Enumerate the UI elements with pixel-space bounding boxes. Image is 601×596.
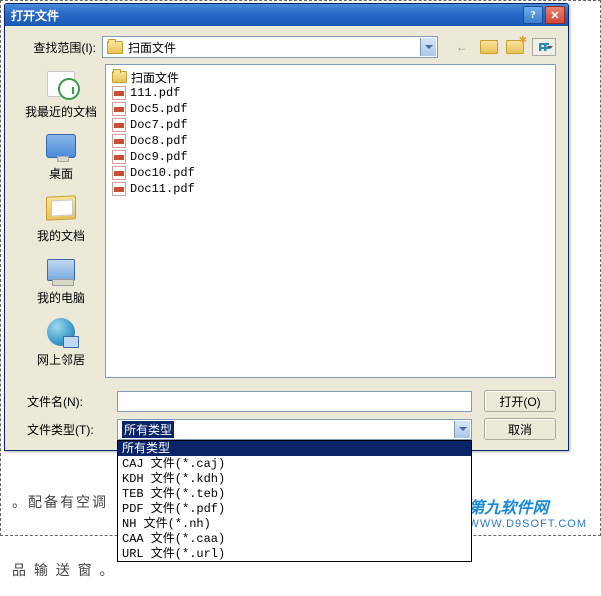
recent-docs-icon xyxy=(47,71,75,97)
filetype-option[interactable]: 所有类型 xyxy=(118,441,471,456)
file-item[interactable]: Doc11.pdf xyxy=(110,181,551,197)
open-file-dialog: 打开文件 ? ✕ 查找范围(I): 扫面文件 ← 我最近的文档 桌面 我的文档 xyxy=(4,3,569,451)
pdf-icon xyxy=(112,102,126,116)
pdf-icon xyxy=(112,118,126,132)
help-button[interactable]: ? xyxy=(523,6,543,24)
filename-input[interactable] xyxy=(117,391,472,412)
places-documents[interactable]: 我的文档 xyxy=(25,192,97,244)
places-network[interactable]: 网上邻居 xyxy=(25,316,97,368)
file-list[interactable]: 扫面文件111.pdfDoc5.pdfDoc7.pdfDoc8.pdfDoc9.… xyxy=(105,64,556,378)
new-folder-button[interactable] xyxy=(506,40,524,54)
watermark: 第九软件网 WWW.D9SOFT.COM xyxy=(469,494,588,530)
pdf-icon xyxy=(112,150,126,164)
places-computer[interactable]: 我的电脑 xyxy=(25,254,97,306)
back-button[interactable]: ← xyxy=(452,38,472,56)
filetype-dropdown[interactable]: 所有类型CAJ 文件(*.caj)KDH 文件(*.kdh)TEB 文件(*.t… xyxy=(117,440,472,562)
places-recent[interactable]: 我最近的文档 xyxy=(25,68,97,120)
close-button[interactable]: ✕ xyxy=(545,6,565,24)
network-icon xyxy=(47,318,75,346)
up-one-level-button[interactable] xyxy=(480,40,498,54)
open-button[interactable]: 打开(O) xyxy=(484,390,556,412)
dialog-title: 打开文件 xyxy=(11,7,521,24)
filetype-label: 文件类型(T): xyxy=(17,421,117,438)
filetype-option[interactable]: URL 文件(*.url) xyxy=(118,546,471,561)
file-item[interactable]: 111.pdf xyxy=(110,85,551,101)
filetype-combobox[interactable]: 所有类型 xyxy=(117,419,472,440)
folder-icon xyxy=(112,71,127,83)
cancel-button[interactable]: 取消 xyxy=(484,418,556,440)
chevron-down-icon[interactable] xyxy=(454,421,470,438)
places-bar: 我最近的文档 桌面 我的文档 我的电脑 网上邻居 xyxy=(17,64,105,378)
view-menu-button[interactable] xyxy=(532,38,556,56)
pdf-icon xyxy=(112,134,126,148)
pdf-icon xyxy=(112,86,126,100)
folder-item[interactable]: 扫面文件 xyxy=(110,69,551,85)
filetype-option[interactable]: CAA 文件(*.caa) xyxy=(118,531,471,546)
titlebar[interactable]: 打开文件 ? ✕ xyxy=(5,4,568,26)
file-item[interactable]: Doc7.pdf xyxy=(110,117,551,133)
documents-icon xyxy=(46,195,76,221)
folder-icon xyxy=(107,41,123,54)
filetype-option[interactable]: PDF 文件(*.pdf) xyxy=(118,501,471,516)
filetype-value: 所有类型 xyxy=(122,421,174,438)
desktop-icon xyxy=(46,134,76,158)
dialog-body: 查找范围(I): 扫面文件 ← 我最近的文档 桌面 我的文档 我的电脑 网上邻居 xyxy=(5,26,568,450)
pdf-icon xyxy=(112,182,126,196)
filetype-option[interactable]: CAJ 文件(*.caj) xyxy=(118,456,471,471)
filetype-option[interactable]: KDH 文件(*.kdh) xyxy=(118,471,471,486)
file-item[interactable]: Doc8.pdf xyxy=(110,133,551,149)
lookin-combobox[interactable]: 扫面文件 xyxy=(102,36,438,58)
lookin-value: 扫面文件 xyxy=(128,39,176,56)
file-item[interactable]: Doc9.pdf xyxy=(110,149,551,165)
file-item[interactable]: Doc5.pdf xyxy=(110,101,551,117)
computer-icon xyxy=(47,259,75,281)
filetype-option[interactable]: NH 文件(*.nh) xyxy=(118,516,471,531)
chevron-down-icon[interactable] xyxy=(420,38,436,56)
lookin-label: 查找范围(I): xyxy=(17,39,102,56)
filetype-option[interactable]: TEB 文件(*.teb) xyxy=(118,486,471,501)
pdf-icon xyxy=(112,166,126,180)
places-desktop[interactable]: 桌面 xyxy=(25,130,97,182)
file-item[interactable]: Doc10.pdf xyxy=(110,165,551,181)
filename-label: 文件名(N): xyxy=(17,393,117,410)
